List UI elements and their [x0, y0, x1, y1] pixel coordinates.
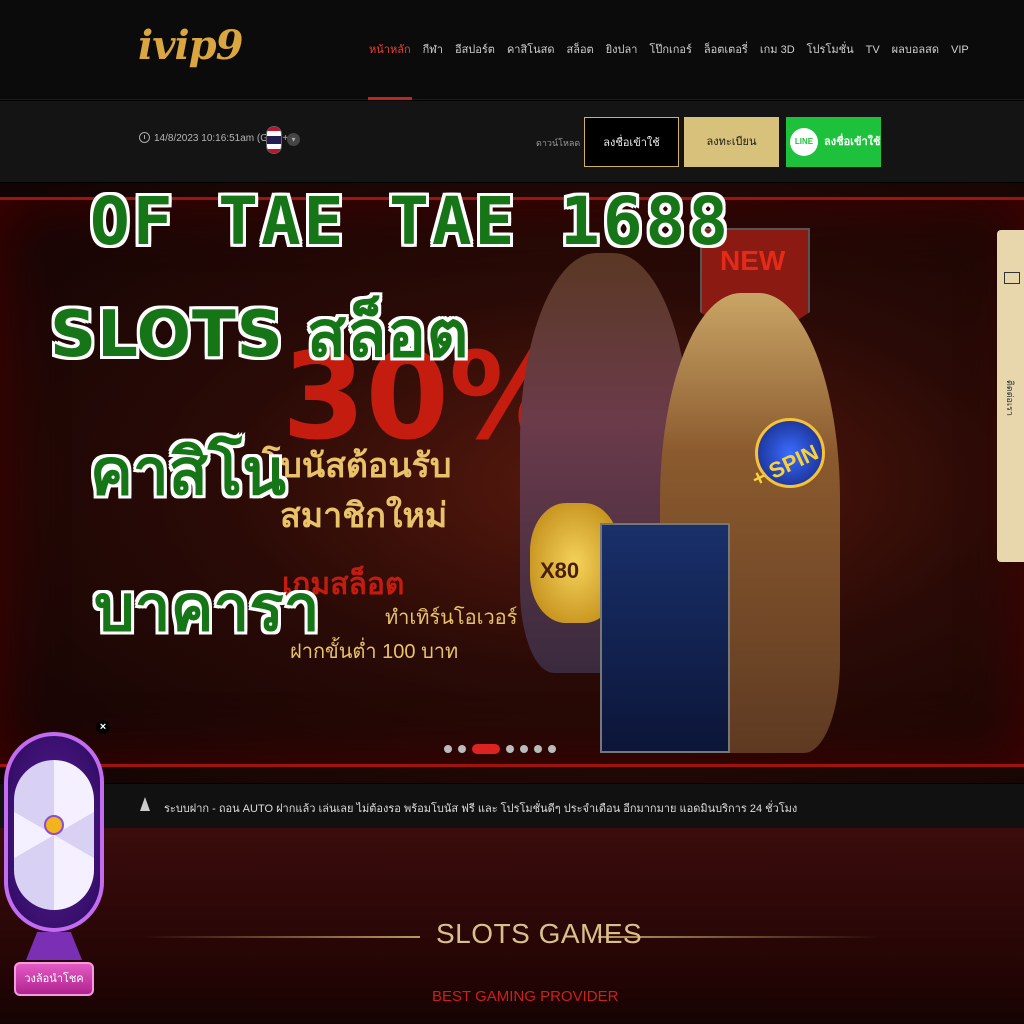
carousel-dot[interactable]	[534, 745, 542, 753]
divider-left	[140, 936, 420, 938]
line-login-label: ลงชื่อเข้าใช้	[824, 136, 881, 148]
nav-item-live-casino[interactable]: คาสิโนสด	[506, 0, 556, 100]
headline-line-4: บาคารา	[94, 572, 320, 646]
thai-flag-icon[interactable]	[266, 126, 282, 154]
nav-item-fishing[interactable]: ยิงปลา	[605, 0, 639, 100]
close-icon[interactable]: ×	[96, 720, 110, 734]
lucky-wheel-button[interactable]: วงล้อนำโชค	[14, 962, 94, 996]
login-button[interactable]: ลงชื่อเข้าใช้	[584, 117, 679, 167]
carousel-dot[interactable]	[506, 745, 514, 753]
carousel-dot[interactable]	[458, 745, 466, 753]
headline-line-3: คาสิโน	[90, 436, 286, 510]
nav-item-poker[interactable]: โป๊กเกอร์	[648, 0, 693, 100]
register-button[interactable]: ลงทะเบียน	[684, 117, 779, 167]
headline-line-2: SLOTS สล็อต	[50, 298, 470, 372]
nav-item-sports[interactable]: กีฬา	[422, 0, 444, 100]
carousel-dot-active[interactable]	[472, 744, 500, 754]
carousel-dot[interactable]	[444, 745, 452, 753]
site-logo[interactable]: ivip9	[138, 22, 243, 69]
multiplier-text: X80	[540, 558, 580, 583]
main-nav: หน้าหลัก กีฬา อีสปอร์ต คาสิโนสด สล็อต ยิ…	[368, 0, 970, 100]
nav-item-slots[interactable]: สล็อต	[565, 0, 594, 100]
nav-item-home[interactable]: หน้าหลัก	[368, 0, 412, 100]
nav-item-esports[interactable]: อีสปอร์ต	[454, 0, 496, 100]
wheel-segments	[14, 760, 94, 910]
wheel-hub-icon	[44, 815, 64, 835]
speaker-icon	[140, 797, 150, 811]
section-title: SLOTS GAMES	[436, 918, 643, 949]
banner-member-text: สมาชิกใหม่	[280, 497, 448, 535]
banner-welcome-text: โบนัสต้อนรับ	[262, 447, 452, 485]
nav-item-promotions[interactable]: โปรโมชั่น	[806, 0, 855, 100]
slot-machines-image	[600, 523, 730, 753]
nav-item-3d-games[interactable]: เกม 3D	[759, 0, 796, 100]
headline-line-1: OF TAE TAE 1688	[90, 183, 732, 260]
nav-item-live-scores[interactable]: ผลบอลสด	[891, 0, 940, 100]
download-link[interactable]: ดาวน์โหลด	[536, 136, 580, 150]
chevron-down-icon[interactable]: ▾	[287, 133, 300, 146]
line-icon: LINE	[790, 128, 818, 156]
carousel-dot[interactable]	[548, 745, 556, 753]
contact-label: ติดต่อเรา	[1005, 380, 1015, 416]
nav-item-tv[interactable]: TV	[865, 0, 881, 100]
announcement-text: ระบบฝาก - ถอน AUTO ฝากแล้ว เล่นเลย ไม่ต้…	[164, 803, 798, 815]
carousel-dots	[444, 744, 556, 754]
clock-icon	[139, 132, 150, 143]
top-navigation-bar: ivip9 หน้าหลัก กีฬา อีสปอร์ต คาสิโนสด สล…	[0, 0, 1024, 100]
nav-item-vip[interactable]: VIP	[950, 0, 970, 100]
line-login-button[interactable]: LINE ลงชื่อเข้าใช้	[786, 117, 881, 167]
carousel-dot[interactable]	[520, 745, 528, 753]
nav-item-lottery[interactable]: ล็อตเตอรี่	[703, 0, 749, 100]
mail-icon	[1004, 272, 1020, 284]
section-subtitle: BEST GAMING PROVIDER	[432, 988, 619, 1005]
